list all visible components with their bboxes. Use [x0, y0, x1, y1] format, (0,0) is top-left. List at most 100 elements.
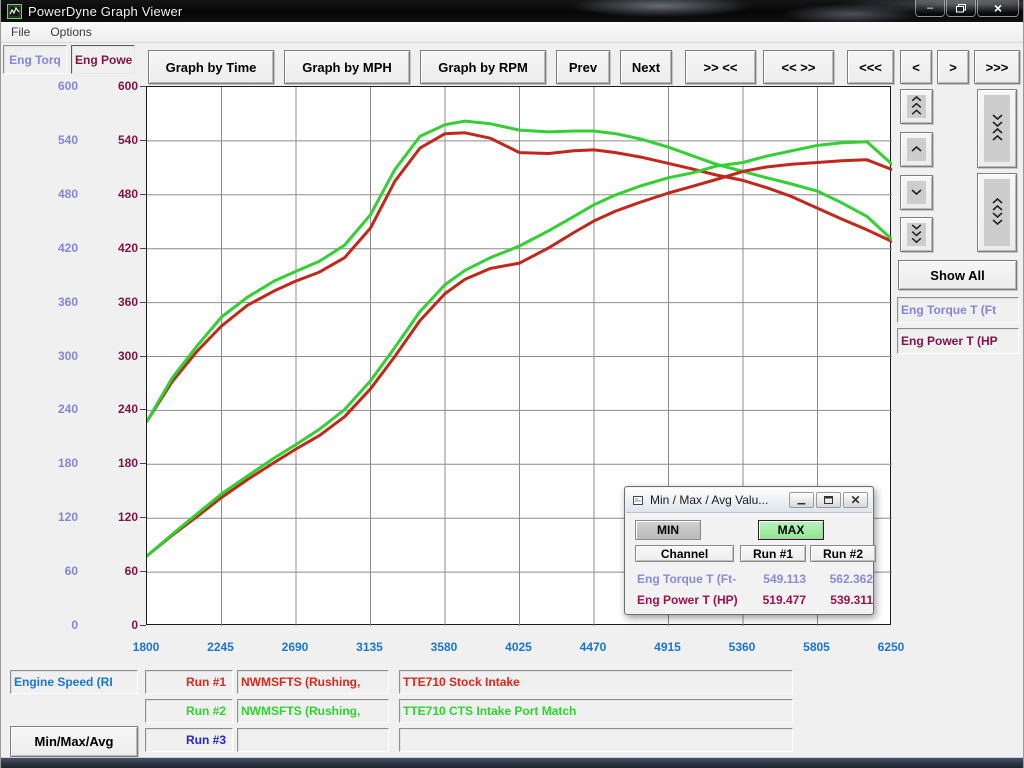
shift-y-up-button[interactable] [900, 132, 933, 167]
column-channel-label: Channel [661, 547, 708, 561]
toolbar-button-label: >>> [986, 60, 1009, 75]
y-tick-power: 300 [98, 349, 138, 363]
run-desc-2[interactable]: TTE710 CTS Intake Port Match [399, 699, 793, 723]
toolbar-button-graph-by-time[interactable]: Graph by Time [148, 50, 274, 84]
channel-button-power-label: Eng Powe [75, 53, 132, 67]
chevron-down-icon [907, 223, 926, 246]
x-tick-label: 4025 [494, 640, 544, 654]
run-label-2[interactable]: Run #2 [145, 699, 233, 723]
right-channel-torque-text: Eng Torque T (Ft [901, 303, 996, 317]
minmax-dialog-title: Min / Max / Avg Valu... [650, 493, 768, 507]
toolbar-button--[interactable]: <<< [847, 50, 894, 84]
minimize-button[interactable]: – [915, 0, 945, 17]
chevron-up-icon [907, 95, 926, 118]
y-tick-torque: 540 [38, 133, 78, 147]
minmax-row-channel: Eng Power T (HP) [637, 593, 738, 607]
x-tick-label: 4915 [643, 640, 693, 654]
minmax-title-bar[interactable]: Min / Max / Avg Valu... ▁ ✕ [626, 488, 872, 513]
x-tick-label: 1800 [121, 640, 171, 654]
run-desc-1[interactable]: TTE710 Stock Intake [399, 670, 793, 694]
minmax-column-run2: Run #2 [810, 545, 876, 562]
minmax-row-run2-value: 539.311 [803, 593, 873, 607]
toolbar-button-graph-by-mph[interactable]: Graph by MPH [284, 50, 410, 84]
minmax-dialog[interactable]: Min / Max / Avg Valu... ▁ ✕ MIN MAX Chan… [624, 486, 874, 615]
y-tick-torque: 180 [38, 456, 78, 470]
right-channel-label-torque[interactable]: Eng Torque T (Ft [897, 297, 1019, 323]
max-toggle-button[interactable]: MAX [758, 520, 824, 540]
toolbar-button--[interactable]: >> << [685, 50, 756, 84]
right-channel-label-power[interactable]: Eng Power T (HP [897, 328, 1019, 354]
x-channel-box[interactable]: Engine Speed (RI [10, 670, 138, 694]
title-bar[interactable]: PowerDyne Graph Viewer – × [1, 0, 1024, 22]
toolbar-button-graph-by-rpm[interactable]: Graph by RPM [420, 50, 546, 84]
chevron-down-icon [984, 95, 1010, 162]
minmax-minimize-button[interactable]: ▁ [789, 492, 814, 508]
minmax-avg-label: Min/Max/Avg [35, 734, 114, 749]
minmax-restore-button[interactable] [816, 492, 841, 508]
toolbar-button--[interactable]: >>> [974, 50, 1020, 84]
run-label-3[interactable]: Run #3 [145, 728, 233, 752]
toolbar-button--[interactable]: > [937, 50, 969, 84]
app-window: PowerDyne Graph Viewer – × File Options … [0, 0, 1024, 768]
zoom-y-out-button[interactable] [977, 173, 1017, 252]
minmax-avg-button[interactable]: Min/Max/Avg [10, 726, 138, 757]
channel-button-torque[interactable]: Eng Torq [3, 45, 67, 74]
close-button[interactable]: × [977, 0, 1019, 17]
chevron-up-icon [907, 138, 926, 161]
zoom-y-expand-bottom-button[interactable] [900, 217, 933, 252]
x-tick-label: 3135 [345, 640, 395, 654]
y-tick-power: 360 [98, 295, 138, 309]
toolbar-button-next[interactable]: Next [620, 50, 672, 84]
show-all-label: Show All [930, 268, 984, 283]
y-tick-power: 180 [98, 456, 138, 470]
minmax-row-run1-value: 549.113 [736, 572, 806, 586]
y-tick-power: 240 [98, 402, 138, 416]
restore-button[interactable] [946, 0, 976, 17]
y-tick-power: 60 [98, 564, 138, 578]
zoom-y-in-button[interactable] [977, 89, 1017, 168]
chevron-up-icon [984, 179, 1010, 246]
x-channel-label: Engine Speed (RI [14, 675, 113, 689]
minmax-row-channel: Eng Torque T (Ft- [637, 572, 736, 586]
window-title: PowerDyne Graph Viewer [28, 4, 182, 19]
run-file-3[interactable] [237, 728, 389, 752]
y-tick-power: 120 [98, 510, 138, 524]
show-all-button[interactable]: Show All [898, 260, 1017, 290]
x-tick-label: 6250 [866, 640, 916, 654]
shift-y-down-button[interactable] [900, 175, 933, 210]
minmax-row-run1-value: 519.477 [736, 593, 806, 607]
toolbar-button-label: <<< [859, 60, 882, 75]
toolbar-button-label: << >> [782, 60, 816, 75]
x-tick-label: 5360 [717, 640, 767, 654]
toolbar-button-label: >> << [704, 60, 738, 75]
minmax-close-button[interactable]: ✕ [843, 492, 868, 508]
menu-options[interactable]: Options [40, 22, 101, 42]
x-tick-label: 2690 [270, 640, 320, 654]
min-toggle-label: MIN [657, 523, 679, 537]
toolbar-button--[interactable]: < [900, 50, 932, 84]
y-tick-torque: 480 [38, 187, 78, 201]
column-run1-label: Run #1 [753, 547, 793, 561]
toolbar-button--[interactable]: << >> [763, 50, 834, 84]
toolbar-button-label: Graph by MPH [302, 60, 392, 75]
run-label-1[interactable]: Run #1 [145, 670, 233, 694]
toolbar-button-label: Prev [569, 60, 597, 75]
channel-button-torque-label: Eng Torq [9, 53, 61, 67]
run-file-1[interactable]: NWMSFTS (Rushing, [237, 670, 389, 694]
column-run2-label: Run #2 [823, 547, 863, 561]
zoom-y-expand-top-button[interactable] [900, 89, 933, 124]
window-frame-bottom [1, 757, 1024, 768]
y-tick-mark [140, 625, 146, 626]
run-file-2[interactable]: NWMSFTS (Rushing, [237, 699, 389, 723]
y-tick-torque: 420 [38, 241, 78, 255]
toolbar-button-prev[interactable]: Prev [556, 50, 610, 84]
menu-file[interactable]: File [1, 22, 40, 42]
chevron-down-icon [907, 181, 926, 204]
run-desc-3[interactable] [399, 728, 793, 752]
y-tick-torque: 240 [38, 402, 78, 416]
x-tick-label: 4470 [568, 640, 618, 654]
minmax-column-run1: Run #1 [740, 545, 806, 562]
min-toggle-button[interactable]: MIN [635, 520, 701, 540]
y-tick-torque: 360 [38, 295, 78, 309]
channel-button-power[interactable]: Eng Powe [71, 45, 135, 74]
